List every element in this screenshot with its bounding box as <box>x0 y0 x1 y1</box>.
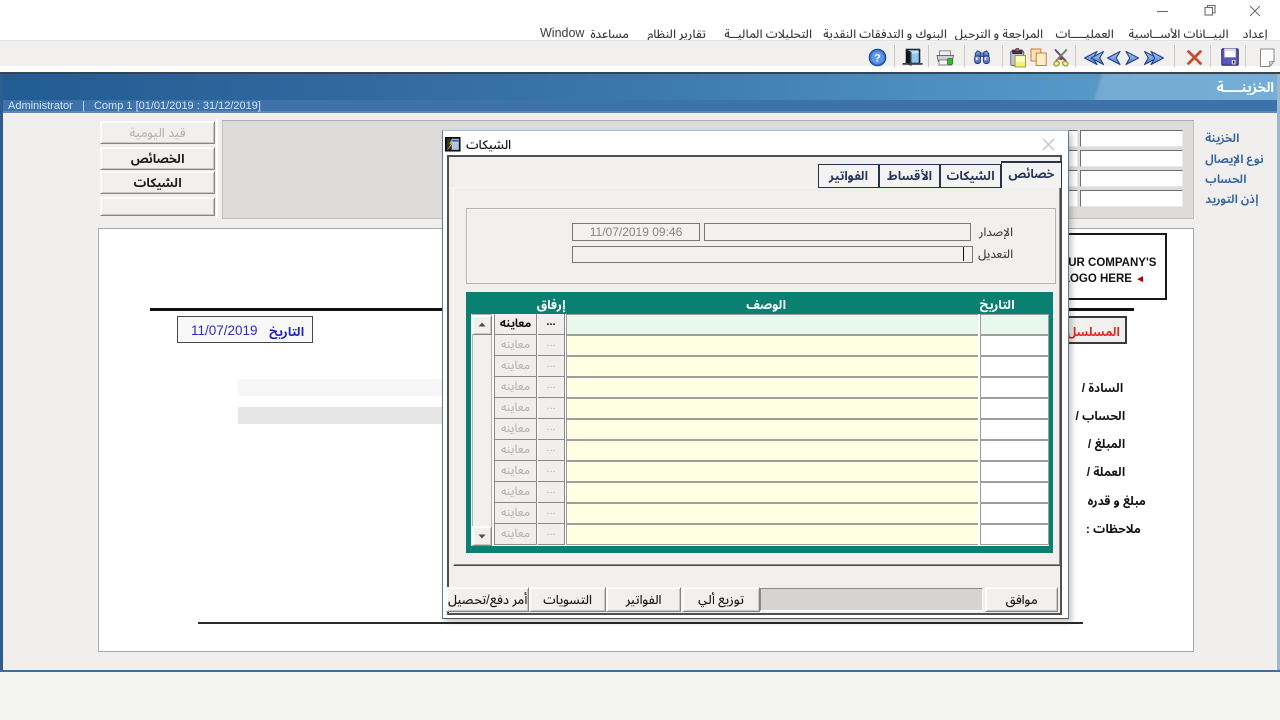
svg-text:?: ? <box>874 54 881 66</box>
